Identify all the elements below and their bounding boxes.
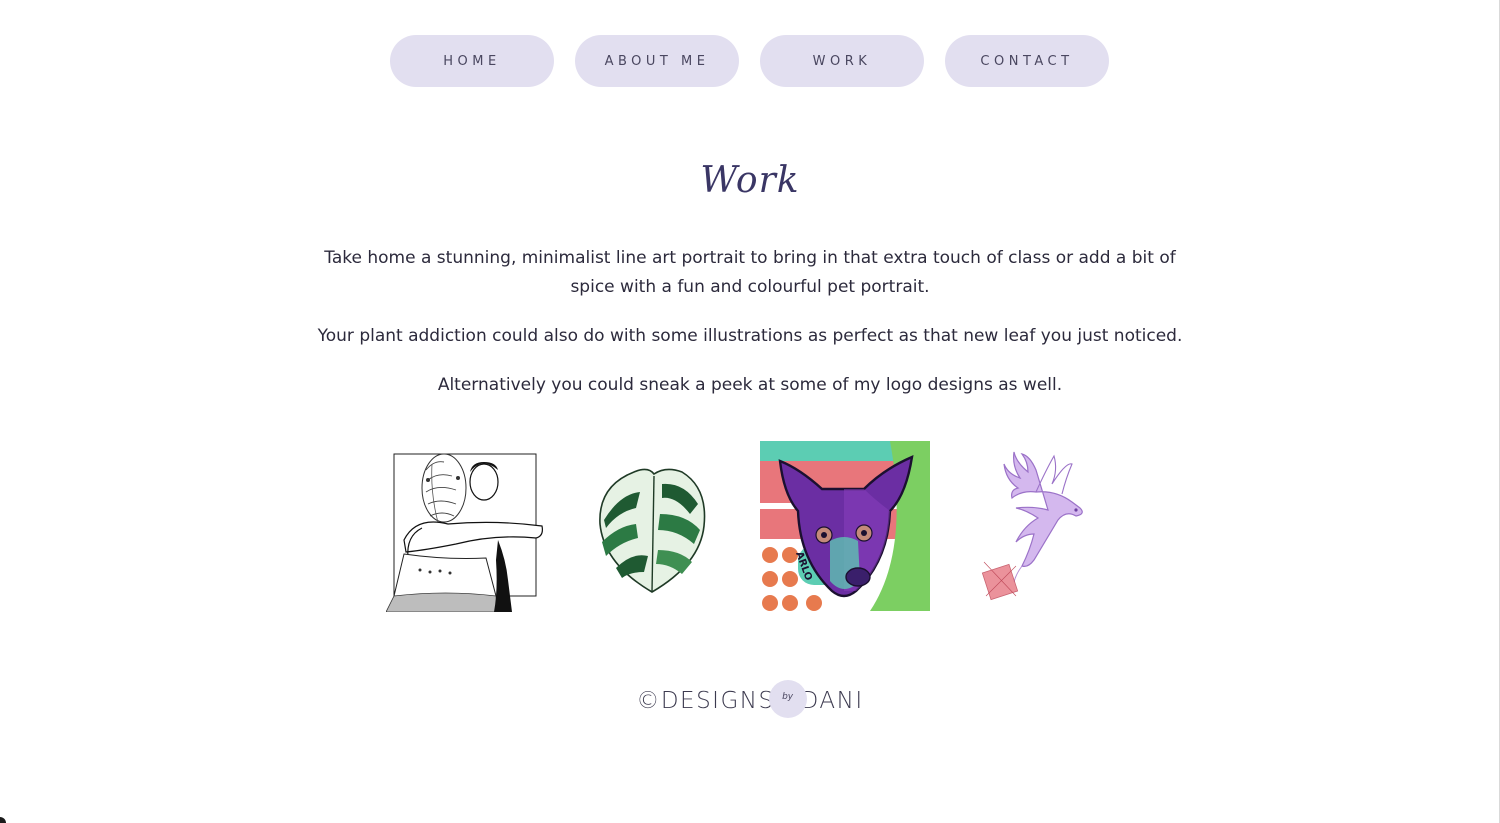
nav-about-me-button[interactable]: ABOUT ME xyxy=(575,35,739,87)
logo-design-thumbnail[interactable] xyxy=(976,450,1096,602)
intro-paragraph-plants: Your plant addiction could also do with … xyxy=(317,326,1183,346)
footer-logo[interactable]: ©DESIGNS by DANI xyxy=(0,680,1500,720)
main-nav: HOME ABOUT ME WORK CONTACT xyxy=(390,35,1109,87)
copyright-symbol: © xyxy=(636,688,661,714)
intro-text: Take home a stunning, minimalist line ar… xyxy=(300,244,1200,420)
page-title: Work xyxy=(700,160,800,201)
window-corner xyxy=(0,817,6,823)
nav-home-button[interactable]: HOME xyxy=(390,35,554,87)
monstera-leaf-thumbnail[interactable] xyxy=(596,464,708,596)
intro-paragraph-portraits: Take home a stunning, minimalist line ar… xyxy=(324,248,1176,297)
nav-work-button[interactable]: WORK xyxy=(760,35,924,87)
nav-contact-button[interactable]: CONTACT xyxy=(945,35,1109,87)
brand-dani: DANI xyxy=(800,688,864,714)
page: HOME ABOUT ME WORK CONTACT Work Take hom… xyxy=(0,0,1500,823)
intro-paragraph-logos: Alternatively you could sneak a peek at … xyxy=(437,375,1063,395)
brand-by-text: by xyxy=(782,692,794,702)
line-art-portrait-thumbnail[interactable] xyxy=(386,440,546,612)
pet-portrait-thumbnail[interactable]: ARLO xyxy=(760,441,930,611)
work-gallery: ARLO xyxy=(0,440,1500,615)
brand-designs: DESIGNS xyxy=(660,688,775,714)
brand-by-badge: by xyxy=(768,680,807,718)
